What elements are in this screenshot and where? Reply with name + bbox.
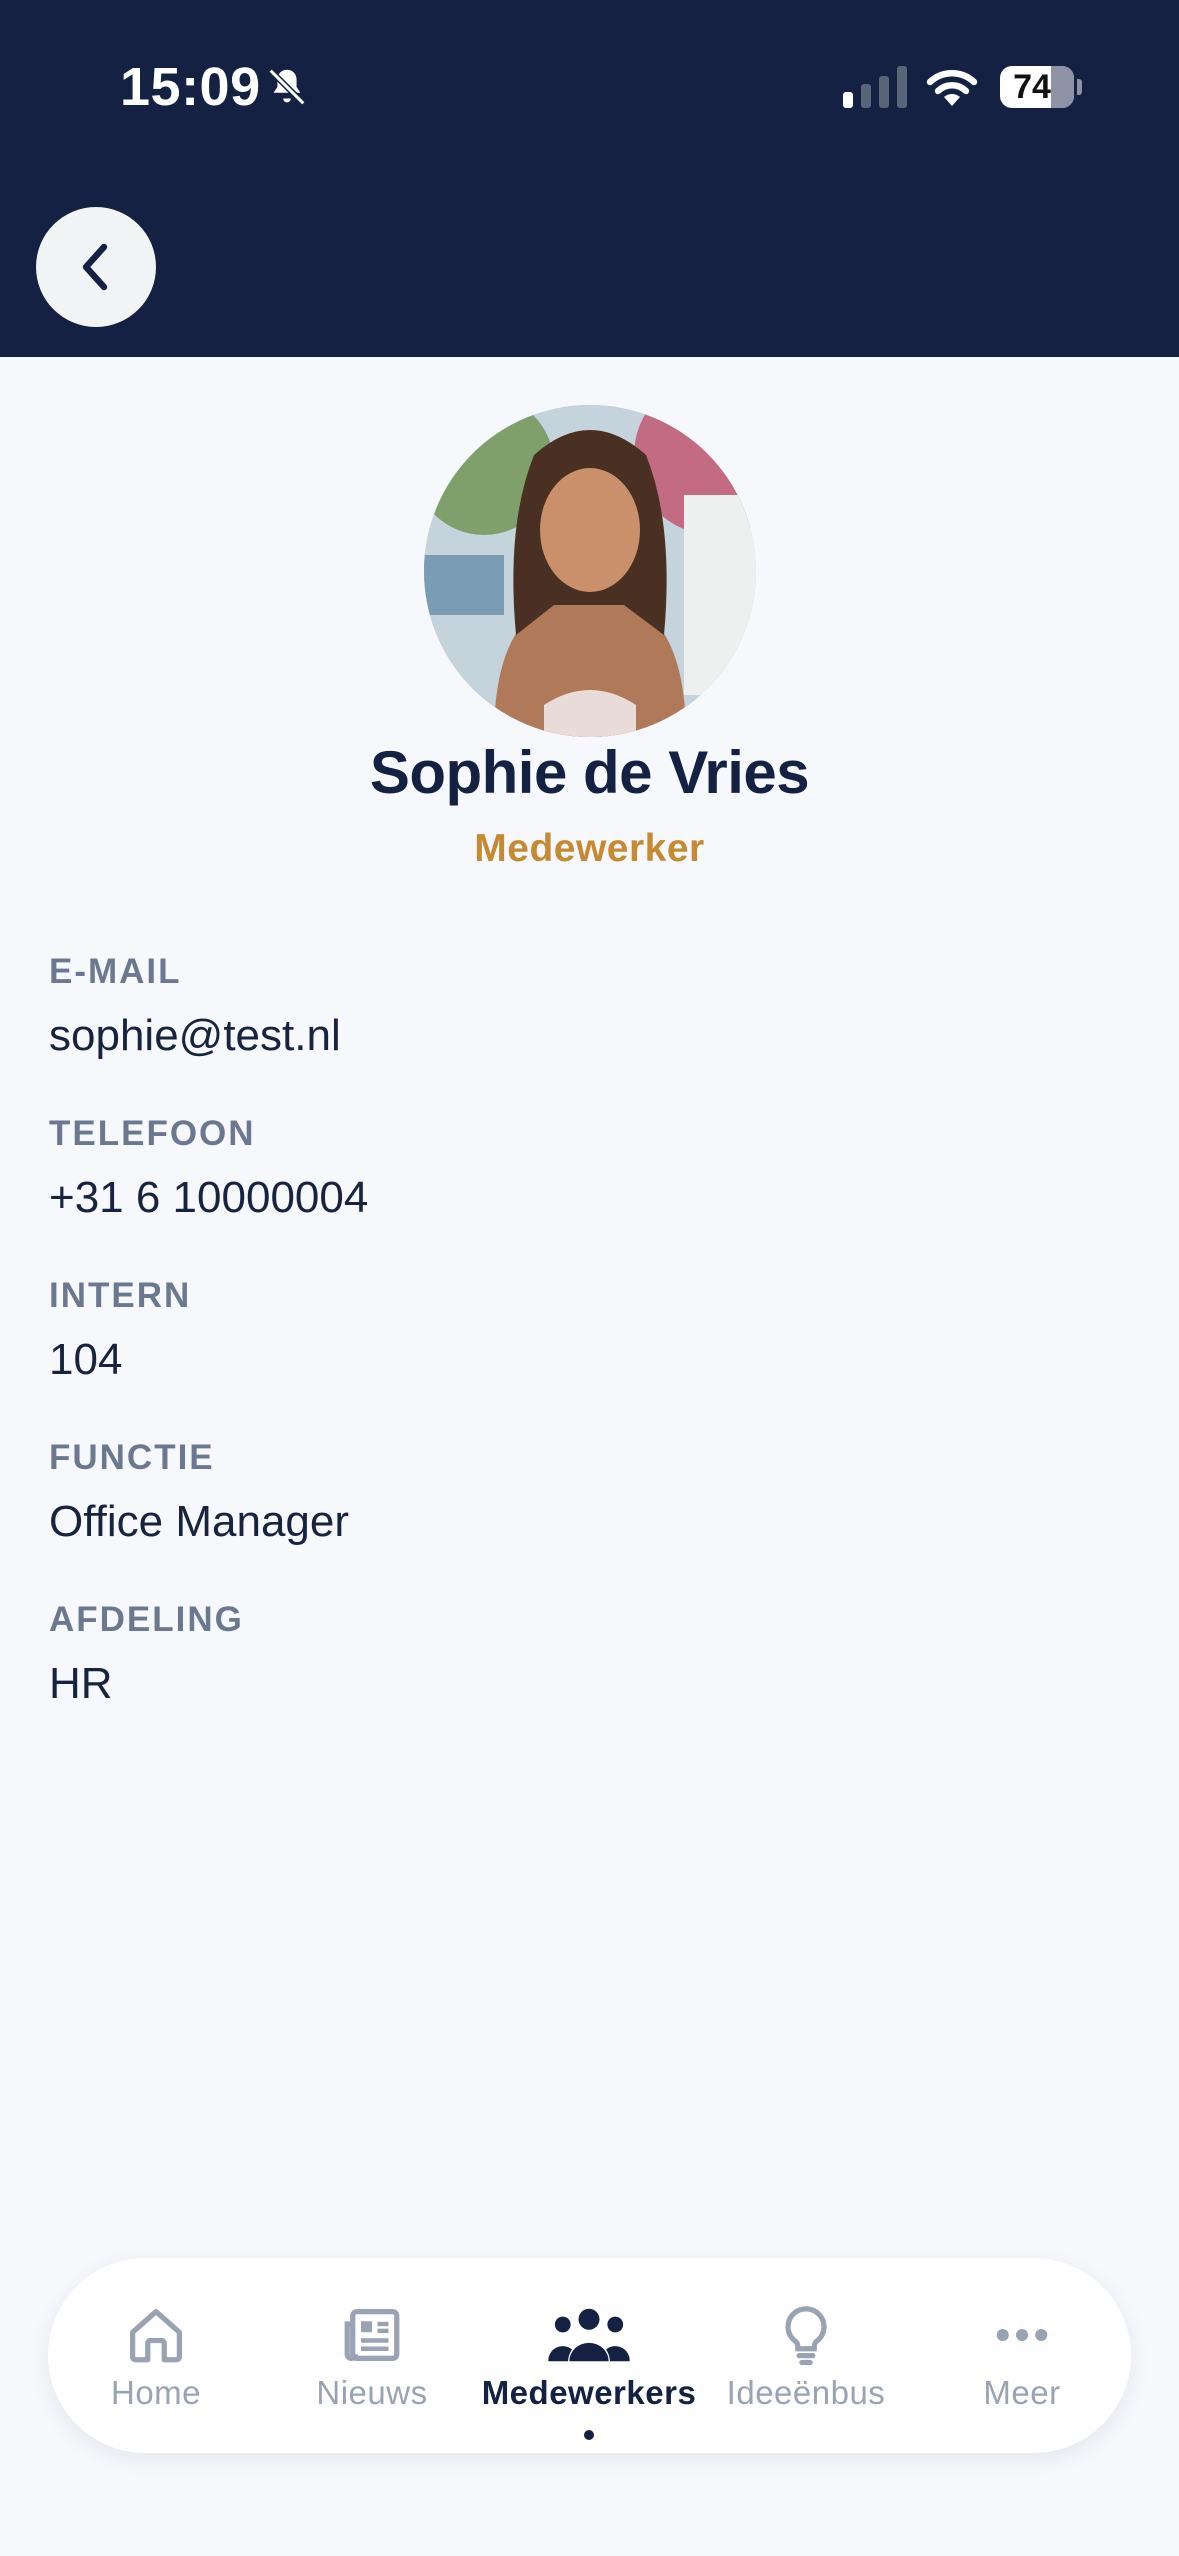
battery-nub	[1077, 79, 1082, 95]
wifi-icon	[926, 70, 978, 106]
email-value[interactable]: sophie@test.nl	[49, 1011, 341, 1061]
active-tab-indicator	[584, 2430, 594, 2440]
avatar-photo	[424, 405, 756, 737]
employee-role: Medewerker	[474, 827, 705, 870]
avatar	[424, 405, 756, 737]
tab-nieuws[interactable]: Nieuws	[264, 2258, 480, 2453]
bell-off-icon	[267, 67, 307, 107]
internal-label: INTERN	[49, 1276, 192, 1315]
newspaper-icon	[344, 2309, 400, 2361]
employee-name: Sophie de Vries	[369, 739, 810, 806]
email-label: E-MAIL	[49, 952, 182, 991]
status-time: 15:09	[120, 57, 261, 117]
chevron-left-icon	[82, 243, 108, 291]
phone-label: TELEFOON	[49, 1114, 256, 1153]
tab-meer[interactable]: Meer	[914, 2258, 1130, 2453]
tab-ideeenbus[interactable]: Ideeënbus	[698, 2258, 914, 2453]
phone-value[interactable]: +31 6 10000004	[49, 1173, 368, 1223]
people-icon	[548, 2308, 630, 2362]
tab-home[interactable]: Home	[48, 2258, 264, 2453]
more-icon	[996, 2328, 1048, 2342]
home-icon	[130, 2309, 182, 2363]
header-bar: 15:09 74	[0, 0, 1179, 357]
employee-detail-screen: 15:09 74 Sophie de Vries Medewerker E-MA…	[0, 0, 1179, 2556]
function-label: FUNCTIE	[49, 1438, 215, 1477]
signal-icon	[843, 66, 907, 108]
tab-medewerkers[interactable]: Medewerkers	[481, 2258, 697, 2453]
internal-value: 104	[49, 1335, 123, 1384]
tab-bar: Home Nieuws Medewerkers Ideeënbus Meer	[48, 2258, 1131, 2453]
back-button[interactable]	[36, 207, 156, 327]
department-label: AFDELING	[49, 1600, 244, 1639]
battery-indicator: 74	[1000, 66, 1074, 108]
lightbulb-icon	[785, 2306, 827, 2366]
department-value: HR	[49, 1659, 113, 1708]
function-value: Office Manager	[49, 1497, 350, 1546]
